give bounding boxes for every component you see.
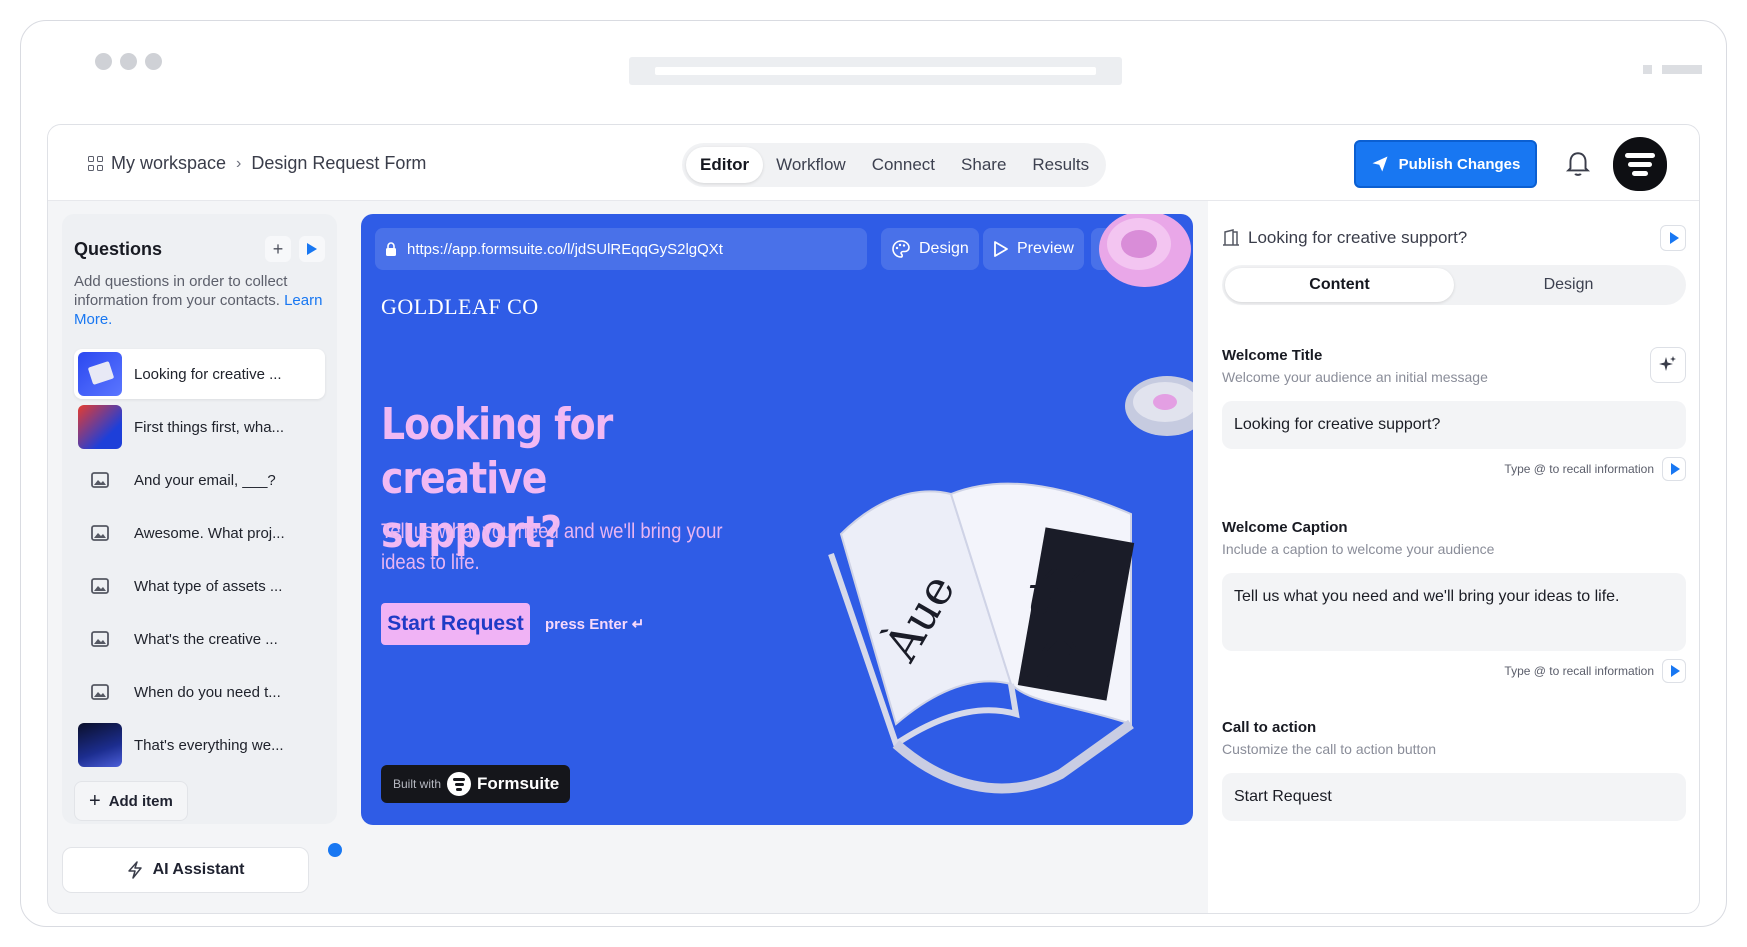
chevron-right-icon: › xyxy=(236,154,242,172)
image-icon xyxy=(78,670,122,714)
form-preview: https://app.formsuite.co/l/jdSUlREqqGyS2… xyxy=(361,214,1193,825)
sparkle-icon[interactable] xyxy=(1650,347,1686,383)
book-illustration: Àue úí úì xyxy=(828,482,1135,794)
svg-text:úí: úí xyxy=(1026,563,1086,628)
start-request-button[interactable]: Start Request xyxy=(381,603,530,645)
question-item-7[interactable]: When do you need t... xyxy=(74,667,325,717)
publish-label: Publish Changes xyxy=(1398,155,1521,173)
door-icon xyxy=(1223,229,1239,246)
play-icon[interactable] xyxy=(299,236,325,262)
top-bar: My workspace › Design Request Form Edito… xyxy=(48,125,1699,201)
browser-url-bar[interactable] xyxy=(629,57,1122,85)
palette-icon xyxy=(892,240,910,258)
preview-button[interactable]: Preview xyxy=(983,228,1084,270)
avatar[interactable] xyxy=(1613,137,1667,191)
breadcrumb: My workspace › Design Request Form xyxy=(88,153,426,174)
tab-content[interactable]: Content xyxy=(1225,268,1454,302)
question-item-1[interactable]: Looking for creative ... xyxy=(74,349,325,399)
brand-name: GOLDLEAF CO xyxy=(381,294,539,319)
question-item-3[interactable]: And your email, ___? xyxy=(74,455,325,505)
breadcrumb-workspace[interactable]: My workspace xyxy=(111,153,226,174)
window-dots xyxy=(95,53,162,70)
welcome-title-field: Welcome Title Welcome your audience an i… xyxy=(1222,347,1686,481)
lightning-icon xyxy=(127,861,142,879)
window-controls xyxy=(1643,65,1702,74)
call-to-action-input[interactable]: Start Request xyxy=(1222,773,1686,821)
image-icon xyxy=(78,617,122,661)
play-icon[interactable] xyxy=(1662,457,1686,481)
image-icon xyxy=(78,564,122,608)
question-item-4[interactable]: Awesome. What proj... xyxy=(74,508,325,558)
welcome-caption-input[interactable]: Tell us what you need and we'll bring yo… xyxy=(1222,573,1686,651)
question-item-8[interactable]: That's everything we... xyxy=(74,720,325,770)
screen-title: Looking for creative support? xyxy=(1248,228,1468,247)
preview-url-bar[interactable]: https://app.formsuite.co/l/jdSUlREqqGyS2… xyxy=(375,228,867,270)
ai-assistant-button[interactable]: AI Assistant xyxy=(62,847,309,893)
publish-changes-button[interactable]: Publish Changes xyxy=(1354,140,1537,188)
workspace-grid-icon xyxy=(88,156,103,171)
preview-url: https://app.formsuite.co/l/jdSUlREqqGyS2… xyxy=(407,240,723,258)
tab-design[interactable]: Design xyxy=(1454,268,1683,302)
image-icon xyxy=(78,458,122,502)
play-icon[interactable] xyxy=(1660,225,1686,251)
plus-icon: + xyxy=(89,789,101,812)
settings-tabs: Content Design xyxy=(1222,265,1686,305)
questions-title: Questions xyxy=(74,238,163,259)
tab-workflow[interactable]: Workflow xyxy=(763,147,859,183)
tab-share[interactable]: Share xyxy=(948,147,1019,183)
add-question-icon[interactable]: + xyxy=(265,236,291,262)
bell-icon[interactable] xyxy=(1565,150,1591,178)
svg-text:úì: úì xyxy=(1026,634,1083,697)
breadcrumb-form-name[interactable]: Design Request Form xyxy=(251,153,426,174)
decorative-headphones xyxy=(1099,214,1191,287)
built-with-badge[interactable]: Built with Formsuite xyxy=(381,765,570,803)
app-window: My workspace › Design Request Form Edito… xyxy=(47,124,1700,914)
design-button[interactable]: Design xyxy=(881,228,979,270)
image-icon xyxy=(78,511,122,555)
question-thumbnail xyxy=(78,352,122,396)
tab-connect[interactable]: Connect xyxy=(859,147,948,183)
questions-panel: Questions + Add questions in order to co… xyxy=(62,214,337,824)
send-icon xyxy=(1372,156,1388,172)
browser-window: My workspace › Design Request Form Edito… xyxy=(20,20,1727,927)
question-item-6[interactable]: What's the creative ... xyxy=(74,614,325,664)
preview-subtitle: Tell us what you need and we'll bring yo… xyxy=(381,520,723,574)
press-enter-hint: press Enter ↵ xyxy=(545,616,645,633)
play-outline-icon xyxy=(994,241,1008,257)
question-thumbnail xyxy=(78,405,122,449)
questions-description: Add questions in order to collect inform… xyxy=(74,273,323,328)
welcome-title-input[interactable]: Looking for creative support? xyxy=(1222,401,1686,449)
add-item-button[interactable]: + Add item xyxy=(74,781,188,821)
lock-icon xyxy=(386,242,396,256)
recall-hint: Type @ to recall information xyxy=(1222,659,1686,683)
question-item-5[interactable]: What type of assets ... xyxy=(74,561,325,611)
notification-dot xyxy=(328,843,342,857)
welcome-caption-field: Welcome Caption Include a caption to wel… xyxy=(1222,519,1686,683)
question-item-2[interactable]: First things first, wha... xyxy=(74,402,325,452)
tab-editor[interactable]: Editor xyxy=(686,147,764,183)
tab-results[interactable]: Results xyxy=(1019,147,1102,183)
question-list: Looking for creative ... First things fi… xyxy=(74,349,325,770)
settings-panel: Looking for creative support? Content De… xyxy=(1208,201,1699,913)
play-icon[interactable] xyxy=(1662,659,1686,683)
formsuite-logo-icon xyxy=(447,772,472,796)
recall-hint: Type @ to recall information xyxy=(1222,457,1686,481)
call-to-action-field: Call to action Customize the call to act… xyxy=(1222,719,1686,821)
question-thumbnail xyxy=(78,723,122,767)
main-tabs: Editor Workflow Connect Share Results xyxy=(682,143,1107,187)
